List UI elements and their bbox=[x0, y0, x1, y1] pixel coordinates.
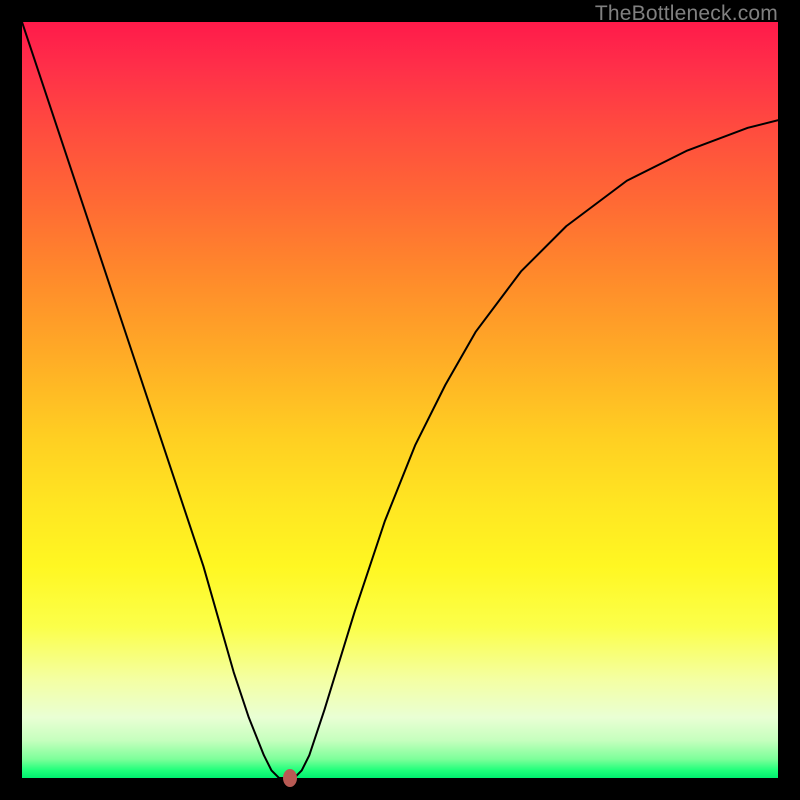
minimum-marker bbox=[283, 769, 297, 787]
bottleneck-curve bbox=[22, 22, 778, 778]
curve-svg bbox=[22, 22, 778, 778]
chart-frame: TheBottleneck.com bbox=[0, 0, 800, 800]
plot-area bbox=[22, 22, 778, 778]
